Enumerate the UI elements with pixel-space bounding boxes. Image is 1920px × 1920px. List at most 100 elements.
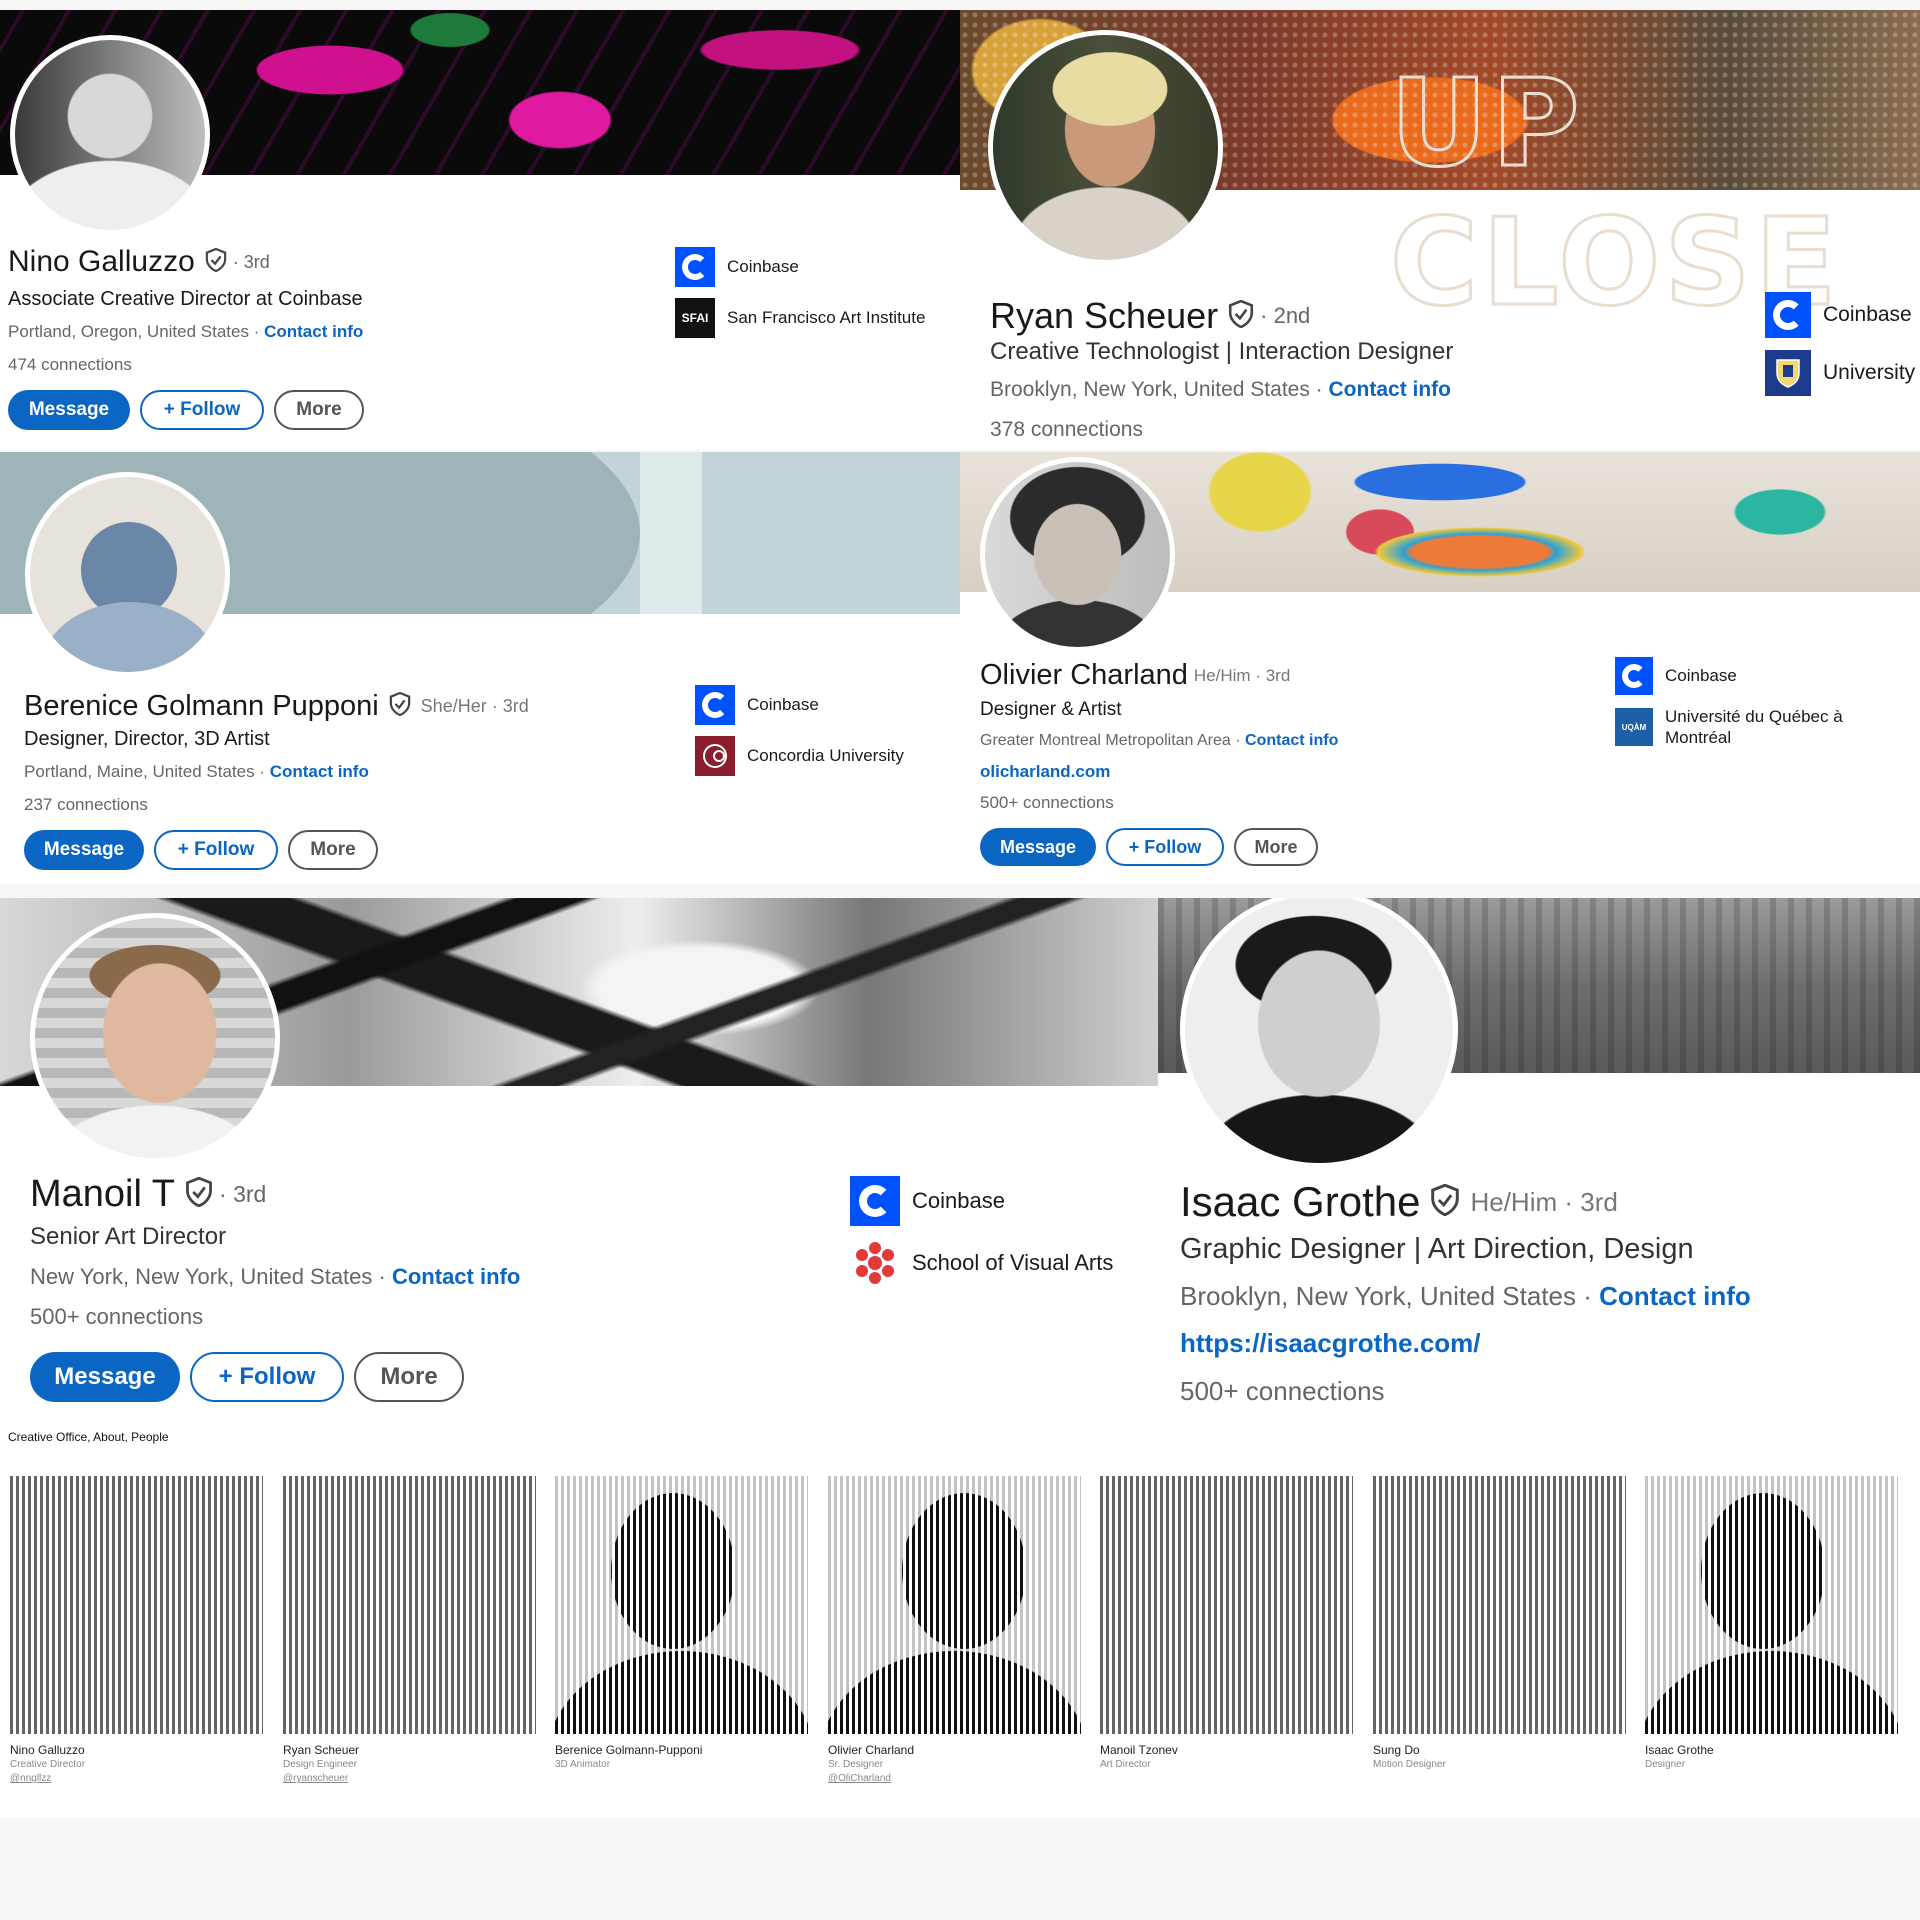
- avatar[interactable]: [30, 913, 280, 1163]
- profile-name: Isaac Grothe: [1180, 1178, 1421, 1225]
- pronouns-degree: He/Him · 3rd: [1193, 665, 1291, 685]
- headline: Graphic Designer | Art Direction, Design: [1180, 1233, 1694, 1265]
- profile-card-berenice: Berenice Golmann Pupponi She/Her · 3rd D…: [0, 452, 960, 884]
- follow-button[interactable]: + Follow: [154, 830, 278, 870]
- location-row: Brooklyn, New York, United States · Cont…: [1180, 1281, 1751, 1312]
- location-row: Brooklyn, New York, United States · Cont…: [990, 378, 1451, 402]
- avatar[interactable]: [988, 30, 1223, 265]
- org-current[interactable]: Coinbase: [1765, 292, 1912, 338]
- org-education[interactable]: SFAI San Francisco Art Institute: [675, 298, 925, 338]
- org-education[interactable]: UQÀM Université du Québec à Montréal: [1615, 706, 1843, 748]
- concordia-logo-icon: [695, 736, 735, 776]
- verified-shield-icon: [185, 1176, 213, 1212]
- connections-count[interactable]: 500+ connections: [980, 793, 1114, 813]
- message-button[interactable]: Message: [30, 1352, 180, 1402]
- portrait-tile[interactable]: [1100, 1476, 1353, 1734]
- profile-name: Berenice Golmann Pupponi: [24, 690, 379, 722]
- portrait-role: Sr. Designer: [828, 1759, 884, 1770]
- portrait-role: Art Director: [1100, 1759, 1151, 1770]
- connections-count[interactable]: 378 connections: [990, 418, 1143, 442]
- org-name: Concordia University: [747, 746, 904, 765]
- follow-button[interactable]: + Follow: [190, 1352, 344, 1402]
- connections-count[interactable]: 500+ connections: [30, 1304, 203, 1330]
- org-name: University: [1823, 361, 1916, 384]
- profile-card-nino: Nino Galluzzo · 3rd Associate Creative D…: [0, 10, 960, 450]
- contact-info-link[interactable]: Contact info: [1329, 378, 1451, 401]
- portrait-handle-link[interactable]: @ryanscheuer: [283, 1773, 348, 1784]
- line-portrait-image: [10, 1476, 263, 1734]
- line-portrait-image: [555, 1476, 808, 1734]
- connections-count[interactable]: 237 connections: [24, 795, 148, 815]
- org-current[interactable]: Coinbase: [695, 685, 819, 725]
- name-row: Berenice Golmann Pupponi She/Her · 3rd: [24, 690, 529, 723]
- follow-button[interactable]: + Follow: [1106, 828, 1224, 866]
- message-button[interactable]: Message: [980, 828, 1096, 866]
- org-name: Coinbase: [1665, 666, 1737, 685]
- org-current[interactable]: Coinbase: [1615, 657, 1737, 695]
- connections-count[interactable]: 500+ connections: [1180, 1376, 1385, 1407]
- location-row: Portland, Maine, United States · Contact…: [24, 762, 369, 782]
- portrait-tile[interactable]: [283, 1476, 536, 1734]
- portrait-tile[interactable]: [10, 1476, 263, 1734]
- more-button[interactable]: More: [274, 390, 364, 430]
- portrait-handle-link[interactable]: @OliCharland: [828, 1773, 891, 1784]
- verified-shield-icon: [389, 691, 411, 721]
- portrait-handle-link[interactable]: @nngllzz: [10, 1773, 51, 1784]
- contact-info-link[interactable]: Contact info: [270, 762, 369, 781]
- location: Brooklyn, New York, United States ·: [990, 378, 1323, 401]
- org-education[interactable]: Concordia University: [695, 736, 904, 776]
- org-name-line2: Montréal: [1665, 728, 1732, 747]
- portrait-name: Sung Do: [1373, 1743, 1420, 1757]
- connections-count[interactable]: 474 connections: [8, 355, 132, 375]
- headline: Designer & Artist: [980, 699, 1122, 720]
- location: New York, New York, United States ·: [30, 1264, 386, 1289]
- profile-name: Nino Galluzzo: [8, 245, 195, 278]
- portrait-tile[interactable]: [555, 1476, 808, 1734]
- coinbase-logo-icon: [695, 685, 735, 725]
- org-education[interactable]: School of Visual Arts: [850, 1238, 1113, 1288]
- avatar[interactable]: [1180, 898, 1458, 1168]
- more-button[interactable]: More: [288, 830, 378, 870]
- verified-shield-icon: [205, 247, 227, 277]
- avatar[interactable]: [25, 472, 230, 677]
- org-name: Coinbase: [912, 1188, 1005, 1213]
- org-current[interactable]: Coinbase: [850, 1176, 1005, 1226]
- profile-name: Manoil T: [30, 1173, 176, 1215]
- headline: Associate Creative Director at Coinbase: [8, 288, 363, 310]
- portrait-tile[interactable]: [1373, 1476, 1626, 1734]
- website-link[interactable]: olicharland.com: [980, 762, 1110, 782]
- avatar[interactable]: [10, 35, 210, 235]
- message-button[interactable]: Message: [8, 390, 130, 430]
- location-row: Greater Montreal Metropolitan Area · Con…: [980, 732, 1338, 750]
- portrait-tile[interactable]: [828, 1476, 1081, 1734]
- pronouns-degree: He/Him · 3rd: [1470, 1186, 1618, 1217]
- name-row: Ryan Scheuer · 2nd: [990, 295, 1310, 337]
- university-crest-icon: [1765, 350, 1811, 396]
- headline: Designer, Director, 3D Artist: [24, 728, 270, 750]
- line-portrait-image: [1100, 1476, 1353, 1734]
- profile-name: Olivier Charland: [980, 659, 1188, 691]
- org-education[interactable]: University: [1765, 350, 1915, 396]
- more-button[interactable]: More: [354, 1352, 464, 1402]
- sva-flower-logo-icon: [850, 1238, 900, 1288]
- portrait-role: Creative Director: [10, 1759, 86, 1770]
- more-button[interactable]: More: [1234, 828, 1318, 866]
- contact-info-link[interactable]: Contact info: [392, 1264, 520, 1289]
- line-portrait-image: [1645, 1476, 1898, 1734]
- contact-info-link[interactable]: Contact info: [1245, 732, 1338, 749]
- follow-button[interactable]: + Follow: [140, 390, 264, 430]
- portrait-tile[interactable]: [1645, 1476, 1898, 1734]
- portrait-name: Isaac Grothe: [1645, 1743, 1714, 1757]
- contact-info-link[interactable]: Contact info: [264, 322, 363, 341]
- headline: Senior Art Director: [30, 1223, 227, 1250]
- name-row: Nino Galluzzo · 3rd: [8, 245, 270, 279]
- connection-degree: · 3rd: [219, 1181, 267, 1207]
- message-button[interactable]: Message: [24, 830, 144, 870]
- name-row: Isaac Grothe He/Him · 3rd: [1180, 1178, 1618, 1226]
- contact-info-link[interactable]: Contact info: [1599, 1281, 1751, 1311]
- org-current[interactable]: Coinbase: [675, 247, 799, 287]
- portrait-role: Design Engineer: [283, 1759, 357, 1770]
- website-link[interactable]: https://isaacgrothe.com/: [1180, 1328, 1481, 1359]
- location: Brooklyn, New York, United States ·: [1180, 1281, 1592, 1311]
- avatar[interactable]: [980, 457, 1175, 652]
